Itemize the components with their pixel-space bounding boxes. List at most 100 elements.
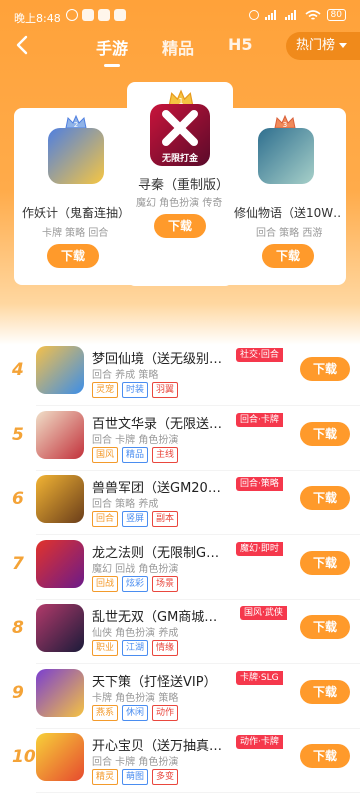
chevron-down-icon <box>339 43 348 48</box>
download-button[interactable]: 下载 <box>300 486 350 510</box>
feature-chip: 灵宠 <box>92 382 119 398</box>
game-tags: 魔幻 回战 角色扮演 <box>92 563 179 575</box>
alarm-clock-icon <box>248 10 259 20</box>
alarm-icon <box>66 9 78 21</box>
download-button[interactable]: 下载 <box>262 244 314 268</box>
game-icon <box>36 668 84 717</box>
feature-chips: 精灵 萌图 多变 <box>92 769 179 785</box>
rank-number: 8 <box>12 618 24 638</box>
category-badge: 回合·卡牌 <box>236 412 283 427</box>
system-icons: 80 <box>248 9 346 21</box>
list-item[interactable]: 9 天下策（打怪送VIP） 卡牌·SLG 卡牌 角色扮演 策略 燕系 休闲 动作 下… <box>0 665 360 729</box>
list-item[interactable]: 6 兽兽军团（送GM20万… 回合·策略 回合 策略 养成 回合 竖屏 副本 下载 <box>0 471 360 535</box>
game-tags: 卡牌 角色扮演 策略 <box>92 692 179 704</box>
tab-h5[interactable]: H5 <box>228 35 253 67</box>
list-item[interactable]: 4 梦回仙境（送无级别光… 社交·回合 回合 养成 策略 灵宠 时装 羽翼 下载 <box>0 342 360 406</box>
back-arrow-icon[interactable] <box>12 32 34 58</box>
feature-chips: 燕系 休闲 动作 <box>92 704 179 721</box>
feature-chip: 萌图 <box>122 769 149 785</box>
game-tags: 回合 策略 养成 <box>92 499 159 510</box>
status-bar: 晚上8:48 80 <box>0 0 360 32</box>
feature-chip: 主线 <box>152 446 179 463</box>
feature-chip: 竖屏 <box>122 511 149 527</box>
podium-game-title: 寻秦（重制版） <box>138 178 228 193</box>
feature-chips: 职业 江湖 情缘 <box>92 640 179 656</box>
list-item[interactable]: 7 龙之法则（无限制GM… 魔幻·即时 魔幻 回战 角色扮演 回战 炫彩 场景 下载 <box>0 536 360 600</box>
game-tags: 回合 养成 策略 <box>92 370 159 381</box>
game-title: 百世文华录（无限送充… <box>92 416 227 432</box>
feature-chip: 炫彩 <box>122 575 149 592</box>
feature-chip: 羽翼 <box>152 382 179 398</box>
download-button[interactable]: 下载 <box>300 744 350 768</box>
feature-chip: 多变 <box>152 769 179 785</box>
tab-featured[interactable]: 精品 <box>162 35 194 67</box>
feature-chip: 职业 <box>92 640 119 656</box>
game-title: 龙之法则（无限制GM… <box>92 545 227 561</box>
download-button[interactable]: 下载 <box>154 214 206 238</box>
feature-chips: 灵宠 时装 羽翼 <box>92 382 179 398</box>
app-notification-icon <box>82 9 94 21</box>
game-icon <box>36 539 84 588</box>
signal-icon-2 <box>284 10 299 20</box>
category-badge: 卡牌·SLG <box>236 670 283 685</box>
rank-number: 6 <box>12 489 24 509</box>
wifi-icon <box>305 9 321 20</box>
podium-game-title: 修仙物语（送10W… <box>234 206 342 220</box>
rank-number: 4 <box>12 360 24 380</box>
game-title: 天下策（打怪送VIP） <box>92 674 217 690</box>
game-icon <box>36 410 84 459</box>
game-icon: 无限打金 <box>150 104 210 166</box>
chat-notification-icon <box>98 9 110 21</box>
feature-chip: 动作 <box>152 704 179 721</box>
list-item[interactable]: 8 乱世无双（GM商城版） 国风·武侠 仙侠 角色扮演 养成 职业 江湖 情缘 下载 <box>0 600 360 664</box>
download-button[interactable]: 下载 <box>300 550 350 575</box>
feature-chips: 国风 精品 主线 <box>92 446 179 463</box>
feature-chip: 情缘 <box>152 640 179 656</box>
feature-chip: 场景 <box>152 575 179 592</box>
feature-chip: 燕系 <box>92 704 119 721</box>
signal-icon <box>264 10 279 20</box>
battery-icon: 80 <box>326 9 346 21</box>
game-title: 梦回仙境（送无级别光… <box>92 352 227 367</box>
game-icon <box>36 346 84 394</box>
game-icon-label: 无限打金 <box>161 154 198 164</box>
download-button[interactable]: 下载 <box>47 244 99 268</box>
category-badge: 魔幻·即时 <box>236 541 283 556</box>
download-button[interactable]: 下载 <box>300 357 350 381</box>
list-item[interactable]: 5 百世文华录（无限送充… 回合·卡牌 回合 卡牌 角色扮演 国风 精品 主线 下载 <box>0 407 360 471</box>
list-item[interactable]: 10 开心宝贝（送万抽真充） 动作·卡牌 回合 卡牌 角色扮演 精灵 萌图 多变 下… <box>0 729 360 793</box>
x-logo-icon <box>162 110 198 146</box>
game-title: 兽兽军团（送GM20万… <box>92 481 227 496</box>
tab-bar: 手游 精品 H5 <box>96 35 253 67</box>
feature-chip: 回合 <box>92 511 119 527</box>
podium-game-title: 作妖计（鬼畜连抽） <box>22 206 126 220</box>
feature-chip: 回战 <box>92 575 119 592</box>
game-tags: 回合 卡牌 角色扮演 <box>92 434 179 446</box>
game-icon <box>258 128 314 184</box>
feature-chip: 时装 <box>122 382 149 398</box>
game-tags: 回合 卡牌 角色扮演 <box>92 757 179 768</box>
download-button[interactable]: 下载 <box>300 421 350 446</box>
feature-chip: 精品 <box>122 446 149 463</box>
game-icon <box>36 475 84 523</box>
feature-chips: 回战 炫彩 场景 <box>92 575 179 592</box>
rank-number: 7 <box>12 553 24 574</box>
game-icon <box>36 604 84 652</box>
download-button[interactable]: 下载 <box>300 615 350 639</box>
rank-number: 10 <box>12 747 36 767</box>
tab-mobile-games[interactable]: 手游 <box>96 35 128 67</box>
feature-chip: 休闲 <box>122 704 149 721</box>
download-button[interactable]: 下载 <box>300 679 350 704</box>
game-icon <box>36 733 84 781</box>
notification-icons <box>66 9 126 21</box>
row-divider <box>36 792 360 793</box>
rank-number: 5 <box>12 424 24 445</box>
feature-chip: 江湖 <box>122 640 149 656</box>
status-time: 晚上8:48 <box>14 12 61 25</box>
podium-game-tags: 回合 策略 西游 <box>256 228 323 239</box>
hot-ranking-dropdown[interactable]: 热门榜 <box>286 32 360 60</box>
game-tags: 仙侠 角色扮演 养成 <box>92 628 179 639</box>
category-badge: 动作·卡牌 <box>236 735 283 749</box>
podium-game-tags: 卡牌 策略 回合 <box>42 228 109 239</box>
rank-number: 9 <box>12 682 24 703</box>
